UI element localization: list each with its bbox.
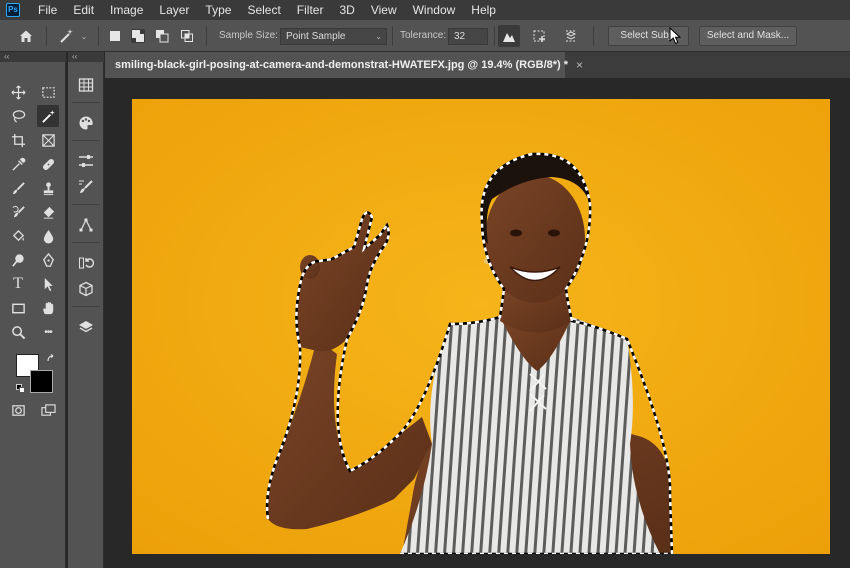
document-tab[interactable]: smiling-black-girl-posing-at-camera-and-… — [105, 52, 583, 78]
pen-icon[interactable] — [37, 249, 59, 271]
home-button[interactable] — [14, 20, 38, 52]
brush-icon[interactable] — [7, 177, 29, 199]
layers-icon[interactable] — [75, 316, 97, 338]
background-color-swatch[interactable] — [30, 370, 53, 393]
menu-edit[interactable]: Edit — [65, 0, 102, 20]
tools-collapse-button[interactable]: ‹‹ — [0, 52, 66, 62]
tools-panel: ‹‹ T ••• — [0, 52, 66, 568]
history-brush-icon[interactable] — [7, 201, 29, 223]
quick-mask-icon[interactable] — [7, 399, 29, 421]
menu-bar: Ps File Edit Image Layer Type Select Fil… — [0, 0, 850, 20]
tolerance-input[interactable]: 32 — [448, 28, 488, 45]
sample-size-select[interactable]: Point Sample ⌄ — [280, 28, 387, 45]
canvas-area — [105, 78, 850, 568]
close-icon[interactable]: × — [576, 58, 583, 72]
anti-alias-toggle[interactable] — [497, 20, 521, 52]
brushes-icon[interactable] — [75, 176, 97, 198]
preset-dropdown-chevron-icon[interactable]: ⌄ — [79, 20, 89, 52]
menu-file[interactable]: File — [30, 0, 65, 20]
dodge-icon[interactable] — [7, 249, 29, 271]
table-icon[interactable] — [75, 74, 97, 96]
sample-size-label: Sample Size: — [219, 30, 278, 41]
intersect-selection-icon[interactable] — [180, 29, 194, 43]
panels-collapse-button[interactable]: ‹‹ — [68, 52, 104, 62]
zoom-icon[interactable] — [7, 321, 29, 343]
eyedropper-icon[interactable] — [7, 153, 29, 175]
contiguous-toggle[interactable] — [529, 20, 551, 52]
home-icon — [20, 30, 32, 42]
contiguous-icon — [533, 30, 545, 42]
swap-colors-icon[interactable] — [46, 354, 56, 364]
lasso-icon[interactable] — [7, 105, 29, 127]
frame-icon[interactable] — [37, 129, 59, 151]
menu-select[interactable]: Select — [239, 0, 288, 20]
right-eye — [548, 229, 560, 237]
sample-size-chevron-icon: ⌄ — [375, 32, 382, 41]
path-selection-icon[interactable] — [37, 273, 59, 295]
3d-icon[interactable] — [75, 278, 97, 300]
spot-healing-icon[interactable] — [37, 153, 59, 175]
menu-view[interactable]: View — [363, 0, 405, 20]
default-colors-icon[interactable] — [16, 384, 26, 394]
adjust-icon[interactable] — [75, 150, 97, 172]
more-tools-icon[interactable]: ••• — [37, 321, 59, 343]
document-tab-title: smiling-black-girl-posing-at-camera-and-… — [115, 59, 569, 71]
panel-dock: ‹‹ — [68, 52, 104, 568]
screen-mode-icon[interactable] — [37, 399, 59, 421]
menu-filter[interactable]: Filter — [289, 0, 332, 20]
menu-type[interactable]: Type — [197, 0, 239, 20]
clone-stamp-icon[interactable] — [37, 177, 59, 199]
options-bar: ⌄ Sample Size: Point Sample ⌄ Tolerance:… — [0, 20, 850, 52]
magic-wand-icon[interactable] — [37, 105, 59, 127]
anti-alias-icon — [503, 33, 515, 42]
eraser-icon[interactable] — [37, 201, 59, 223]
subtract-from-selection-icon[interactable] — [155, 29, 169, 43]
sample-all-layers-toggle[interactable] — [560, 20, 582, 52]
menu-layer[interactable]: Layer — [151, 0, 197, 20]
crop-icon[interactable] — [7, 129, 29, 151]
paint-bucket-icon[interactable] — [7, 225, 29, 247]
move-icon[interactable] — [7, 81, 29, 103]
magic-wand-preset-icon — [60, 29, 73, 43]
rectangular-marquee-icon[interactable] — [37, 81, 59, 103]
type-icon[interactable]: T — [7, 273, 29, 295]
left-eye — [510, 229, 522, 237]
paths-icon[interactable] — [75, 214, 97, 236]
menu-help[interactable]: Help — [463, 0, 504, 20]
document-tab-bar: smiling-black-girl-posing-at-camera-and-… — [105, 52, 850, 78]
add-to-selection-icon[interactable] — [131, 29, 145, 43]
menu-3d[interactable]: 3D — [331, 0, 362, 20]
photoshop-logo: Ps — [6, 3, 20, 17]
tool-preset-picker[interactable] — [54, 20, 78, 52]
history-icon[interactable] — [75, 252, 97, 274]
sample-size-value: Point Sample — [286, 31, 346, 42]
document-image[interactable] — [132, 99, 830, 554]
tolerance-label: Tolerance: — [400, 30, 447, 41]
blur-icon[interactable] — [37, 225, 59, 247]
palette-icon[interactable] — [75, 112, 97, 134]
sample-all-layers-icon — [565, 30, 577, 42]
new-selection-icon[interactable] — [108, 29, 122, 43]
hand-icon[interactable] — [37, 297, 59, 319]
rectangle-icon[interactable] — [7, 297, 29, 319]
menu-image[interactable]: Image — [102, 0, 151, 20]
mouse-cursor-icon — [669, 27, 681, 45]
menu-window[interactable]: Window — [405, 0, 464, 20]
select-and-mask-button[interactable]: Select and Mask... — [699, 26, 797, 46]
photo-woman-peace-sign — [132, 99, 830, 554]
